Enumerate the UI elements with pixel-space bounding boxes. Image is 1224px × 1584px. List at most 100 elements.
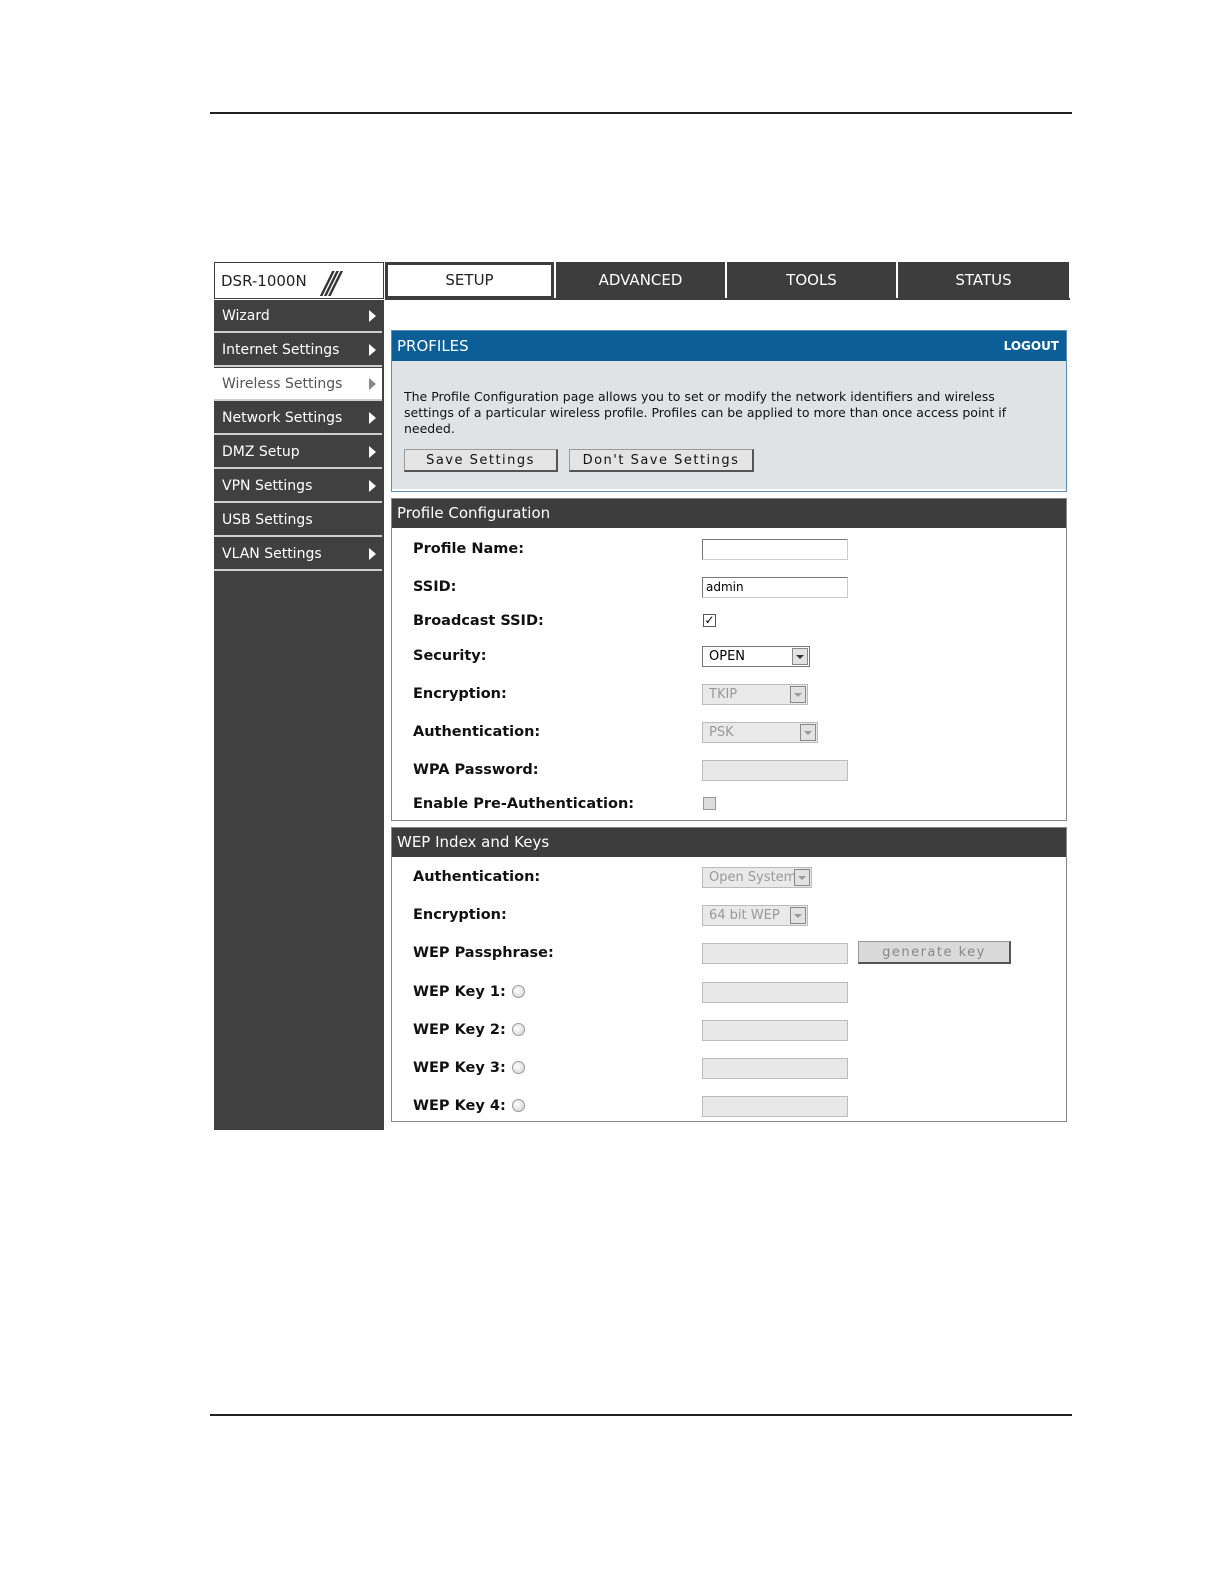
security-row: Security: OPEN: [392, 642, 1066, 670]
chevron-down-icon: [790, 907, 806, 924]
sidebar-item-label: USB Settings: [222, 512, 313, 528]
chevron-down-icon: [794, 869, 810, 886]
logo-slashes-icon: ///: [322, 266, 340, 301]
authentication-label: Authentication:: [413, 724, 541, 740]
wpa-password-input[interactable]: [702, 760, 848, 781]
tab-advanced[interactable]: ADVANCED: [556, 262, 725, 299]
chevron-down-icon: [790, 686, 806, 703]
sidebar-item-label: Network Settings: [222, 410, 343, 426]
wep-key-2-input[interactable]: [702, 1020, 848, 1041]
broadcast-ssid-label: Broadcast SSID:: [413, 613, 544, 629]
sidebar-item-label: VPN Settings: [222, 478, 313, 494]
profiles-intro: The Profile Configuration page allows yo…: [392, 361, 1066, 489]
wep-header: WEP Index and Keys: [392, 828, 1066, 857]
profiles-header: PROFILES LOGOUT: [392, 331, 1066, 361]
ssid-input[interactable]: admin: [702, 577, 848, 598]
chevron-down-icon: [800, 724, 816, 741]
wep-key-3-input[interactable]: [702, 1058, 848, 1079]
wep-encryption-select[interactable]: 64 bit WEP: [702, 905, 808, 926]
encryption-label: Encryption:: [413, 686, 507, 702]
security-label: Security:: [413, 648, 487, 664]
generate-key-button[interactable]: generate key: [858, 941, 1011, 964]
sidebar-item-label: Wizard: [222, 308, 270, 324]
tab-tools[interactable]: TOOLS: [727, 262, 896, 299]
wep-key-label: WEP Key 3:: [413, 1060, 506, 1076]
sidebar-item-vpn-settings[interactable]: VPN Settings: [214, 470, 382, 503]
wep-key-4-radio[interactable]: [512, 1099, 525, 1112]
sidebar-item-label: Internet Settings: [222, 342, 340, 358]
wep-authentication-value: Open System: [709, 870, 797, 885]
wep-passphrase-row: WEP Passphrase: generate key: [392, 939, 1066, 967]
wep-key-1-input[interactable]: [702, 982, 848, 1003]
tab-underline: [385, 298, 1070, 300]
wep-key-2-radio[interactable]: [512, 1023, 525, 1036]
profiles-description: The Profile Configuration page allows yo…: [404, 389, 1007, 436]
wep-key-3-radio[interactable]: [512, 1061, 525, 1074]
broadcast-ssid-row: Broadcast SSID: ✓: [392, 607, 1066, 635]
wpa-password-row: WPA Password:: [392, 756, 1066, 784]
authentication-row: Authentication: PSK: [392, 718, 1066, 746]
wep-key-row: WEP Key 3:: [392, 1054, 1066, 1082]
profile-config-section: Profile Configuration Profile Name: SSID…: [391, 498, 1067, 821]
sidebar: Wizard Internet Settings Wireless Settin…: [214, 300, 384, 1130]
wep-encryption-label: Encryption:: [413, 907, 507, 923]
chevron-right-icon: [369, 378, 376, 390]
page-title: PROFILES: [397, 337, 469, 355]
encryption-row: Encryption: TKIP: [392, 680, 1066, 708]
page-top-rule: [210, 112, 1072, 114]
pre-auth-checkbox[interactable]: [703, 797, 716, 810]
sidebar-item-internet-settings[interactable]: Internet Settings: [214, 334, 382, 367]
pre-auth-label: Enable Pre-Authentication:: [413, 796, 635, 812]
sidebar-item-label: Wireless Settings: [222, 376, 343, 392]
sidebar-item-wireless-settings[interactable]: Wireless Settings: [214, 368, 382, 401]
sidebar-item-dmz-setup[interactable]: DMZ Setup: [214, 436, 382, 469]
sidebar-item-vlan-settings[interactable]: VLAN Settings: [214, 538, 382, 571]
ssid-row: SSID: admin: [392, 573, 1066, 601]
sidebar-item-wizard[interactable]: Wizard: [214, 300, 382, 333]
sidebar-item-usb-settings[interactable]: USB Settings: [214, 504, 382, 537]
top-bar: DSR-1000N /// SETUP ADVANCED TOOLS STATU…: [214, 262, 1070, 301]
profile-name-input[interactable]: [702, 539, 848, 560]
device-logo: DSR-1000N ///: [214, 262, 384, 301]
security-select[interactable]: OPEN: [702, 646, 810, 667]
wep-key-row: WEP Key 1:: [392, 978, 1066, 1006]
profile-config-header: Profile Configuration: [392, 499, 1066, 528]
wep-key-4-input[interactable]: [702, 1096, 848, 1117]
pre-auth-row: Enable Pre-Authentication:: [392, 790, 1066, 818]
wep-key-1-radio[interactable]: [512, 985, 525, 998]
profiles-panel: PROFILES LOGOUT The Profile Configuratio…: [391, 330, 1067, 492]
wep-section: WEP Index and Keys Authentication: Open …: [391, 827, 1067, 1122]
dont-save-settings-button[interactable]: Don't Save Settings: [569, 449, 754, 472]
wep-encryption-row: Encryption: 64 bit WEP: [392, 901, 1066, 929]
authentication-select[interactable]: PSK: [702, 722, 818, 743]
wpa-password-label: WPA Password:: [413, 762, 539, 778]
save-settings-button[interactable]: Save Settings: [404, 449, 558, 472]
wep-key-row: WEP Key 4:: [392, 1092, 1066, 1120]
authentication-value: PSK: [709, 725, 734, 740]
wep-key-label: WEP Key 2:: [413, 1022, 506, 1038]
encryption-select[interactable]: TKIP: [702, 684, 808, 705]
router-admin-ui: DSR-1000N /// SETUP ADVANCED TOOLS STATU…: [214, 262, 1070, 1130]
wep-key-label: WEP Key 4:: [413, 1098, 506, 1114]
wep-authentication-label: Authentication:: [413, 869, 541, 885]
wep-passphrase-input[interactable]: [702, 943, 848, 964]
wep-authentication-select[interactable]: Open System: [702, 867, 812, 888]
sidebar-item-label: DMZ Setup: [222, 444, 300, 460]
tab-status[interactable]: STATUS: [898, 262, 1069, 299]
chevron-right-icon: [369, 310, 376, 322]
encryption-value: TKIP: [709, 687, 738, 702]
device-model: DSR-1000N: [221, 272, 307, 290]
chevron-right-icon: [369, 412, 376, 424]
logout-link[interactable]: LOGOUT: [1004, 331, 1059, 361]
sidebar-item-network-settings[interactable]: Network Settings: [214, 402, 382, 435]
chevron-right-icon: [369, 446, 376, 458]
profile-name-label: Profile Name:: [413, 541, 525, 557]
wep-key-label: WEP Key 1:: [413, 984, 506, 1000]
profile-name-row: Profile Name:: [392, 535, 1066, 563]
broadcast-ssid-checkbox[interactable]: ✓: [703, 614, 716, 627]
page-bottom-rule: [210, 1414, 1072, 1416]
chevron-right-icon: [369, 344, 376, 356]
sidebar-item-label: VLAN Settings: [222, 546, 322, 562]
chevron-down-icon: [792, 648, 808, 665]
tab-setup[interactable]: SETUP: [385, 262, 554, 299]
